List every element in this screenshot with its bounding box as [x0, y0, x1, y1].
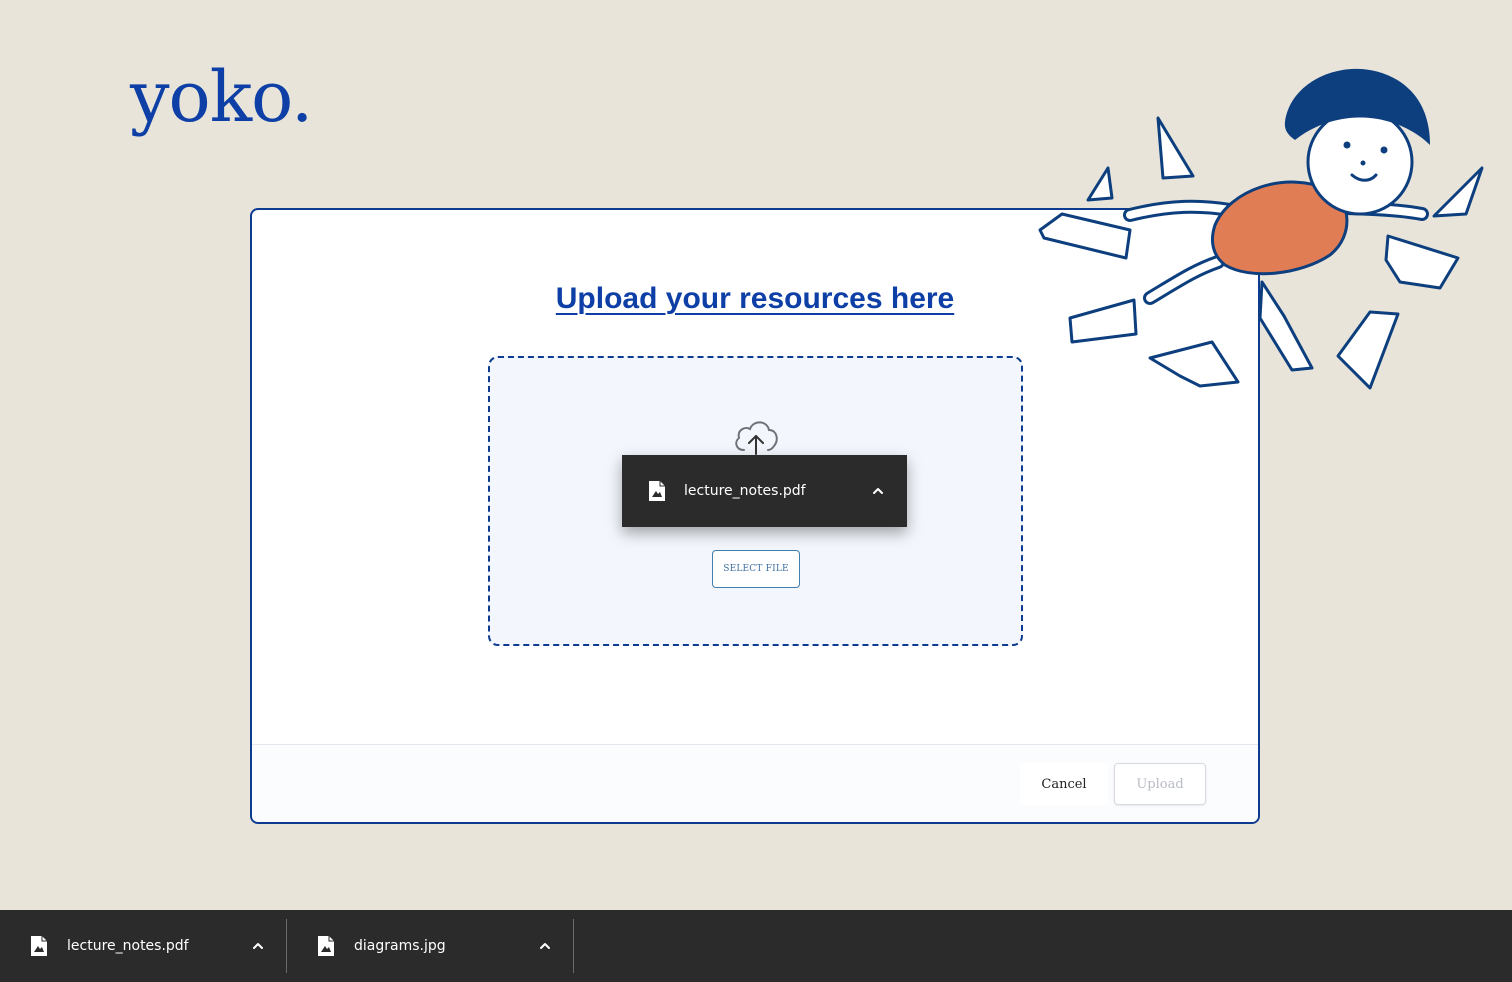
- cloud-upload-icon: [735, 421, 778, 455]
- chevron-up-icon[interactable]: [251, 939, 265, 953]
- download-item[interactable]: lecture_notes.pdf: [0, 910, 287, 982]
- download-file-name: diagrams.jpg: [354, 938, 446, 954]
- chevron-up-icon[interactable]: [538, 939, 552, 953]
- flying-character-illustration: [1038, 68, 1484, 390]
- image-file-icon: [31, 936, 47, 956]
- chevron-up-icon[interactable]: [871, 484, 885, 498]
- tooltip-file-name: lecture_notes.pdf: [684, 483, 806, 499]
- brand-logo: yoko.: [130, 56, 313, 138]
- file-tooltip: lecture_notes.pdf: [622, 455, 907, 527]
- cancel-button[interactable]: Cancel: [1020, 763, 1108, 805]
- download-bar: lecture_notes.pdf diagrams.jpg: [0, 910, 1512, 982]
- image-file-icon: [649, 481, 665, 501]
- select-file-button[interactable]: SELECT FILE: [712, 550, 800, 588]
- download-item[interactable]: diagrams.jpg: [287, 910, 574, 982]
- upload-button[interactable]: Upload: [1114, 763, 1206, 805]
- card-footer: Cancel Upload: [252, 744, 1258, 822]
- image-file-icon: [318, 936, 334, 956]
- download-file-name: lecture_notes.pdf: [67, 938, 189, 954]
